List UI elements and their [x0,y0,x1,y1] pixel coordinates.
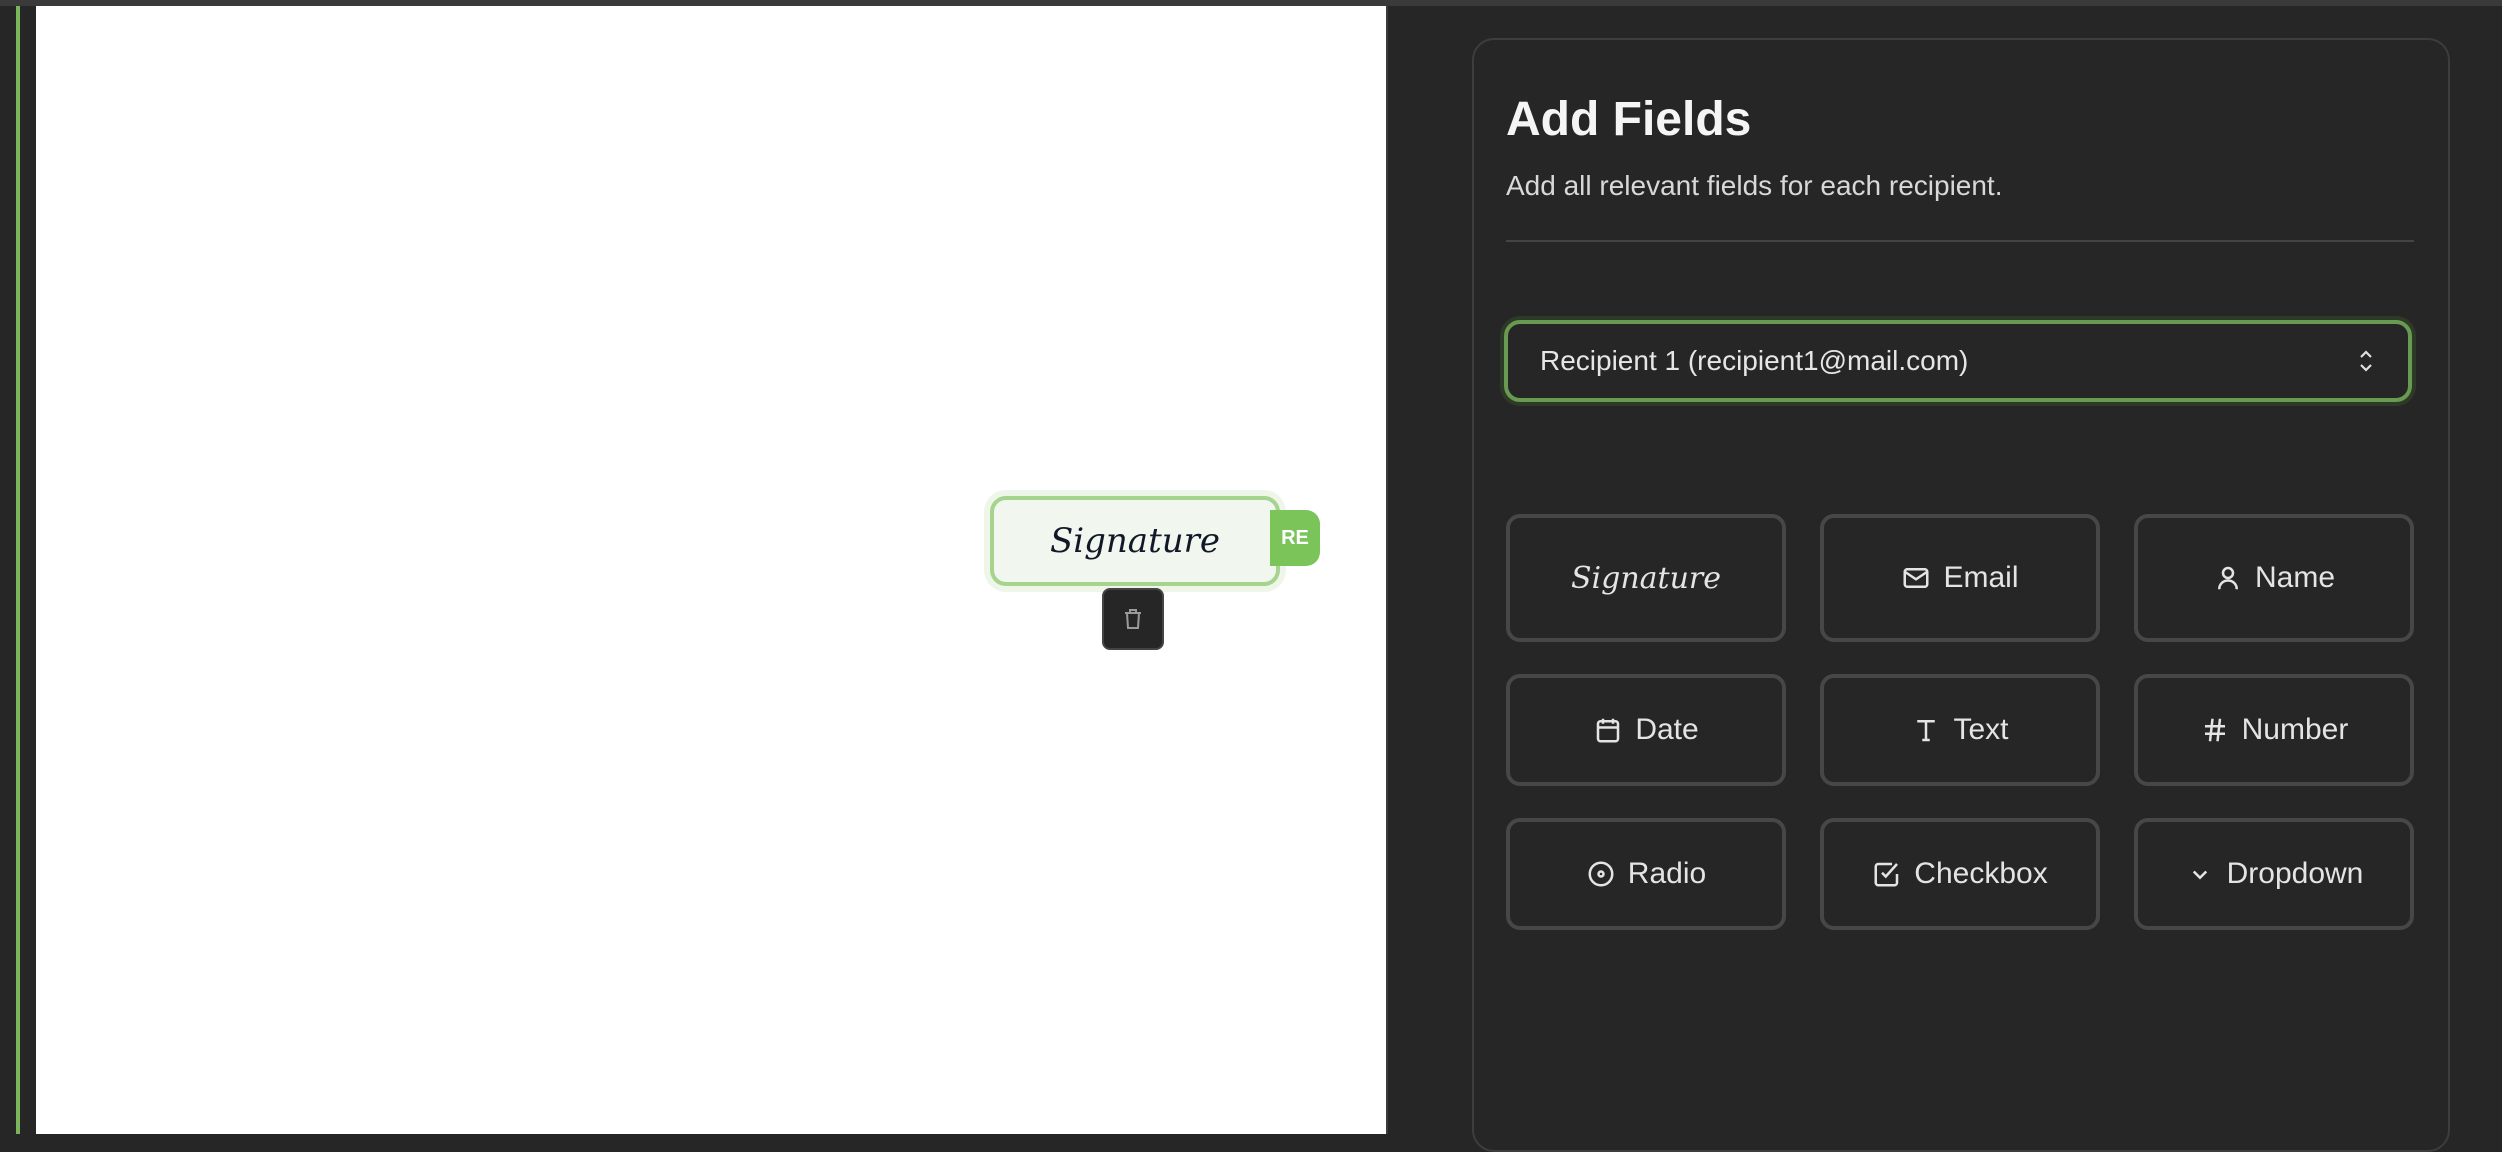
field-button-dropdown[interactable]: Dropdown [2134,818,2414,930]
checkbox-icon [1874,862,1899,887]
user-icon [2217,566,2238,590]
field-button-label: Text [1953,713,2009,746]
field-button-label: Radio [1627,857,1707,890]
divider [1506,240,2414,242]
field-button-label: Name [2254,561,2336,594]
placed-field-label: Signature [1049,521,1221,561]
field-button-signature[interactable]: Signature [1506,514,1786,642]
field-button-label: Number [2241,713,2349,746]
recipient-select-value: Recipient 1 (recipient1@mail.com) [1540,345,1969,376]
field-button-label: Dropdown [2226,857,2364,890]
panel-subtitle: Add all relevant fields for each recipie… [1506,170,2003,201]
chevron-down-icon [2192,870,2207,880]
type-icon [1917,720,1936,742]
field-button-number[interactable]: Number [2134,674,2414,786]
chevrons-up-down-icon [2360,350,2372,372]
field-button-text[interactable]: Text [1820,674,2100,786]
field-button-label: Date [1635,713,1699,746]
field-button-label: Checkbox [1914,857,2048,890]
calendar-icon [1597,718,1620,743]
trash-icon [1125,609,1141,629]
field-button-checkbox[interactable]: Checkbox [1820,818,2100,930]
placed-signature-field[interactable]: Signature [990,496,1280,586]
recipient-accent-line [16,6,20,1134]
recipient-select[interactable]: Recipient 1 (recipient1@mail.com) [1504,320,2412,402]
recipient-badge: RE [1270,510,1320,566]
field-button-label: Signature [1570,560,1722,596]
document-scroll-gutter [1386,6,1408,1134]
mail-icon [1903,568,1929,588]
field-button-radio[interactable]: Radio [1506,818,1786,930]
field-button-name[interactable]: Name [2134,514,2414,642]
hash-icon [2204,718,2225,742]
field-button-date[interactable]: Date [1506,674,1786,786]
field-button-label: Email [1943,561,2019,594]
panel-title: Add Fields [1506,93,1752,146]
field-type-grid: Signature Email Name Date Text Number Ra… [1506,514,2414,930]
radio-icon [1588,861,1614,887]
field-button-email[interactable]: Email [1820,514,2100,642]
delete-field-button[interactable] [1102,588,1164,650]
